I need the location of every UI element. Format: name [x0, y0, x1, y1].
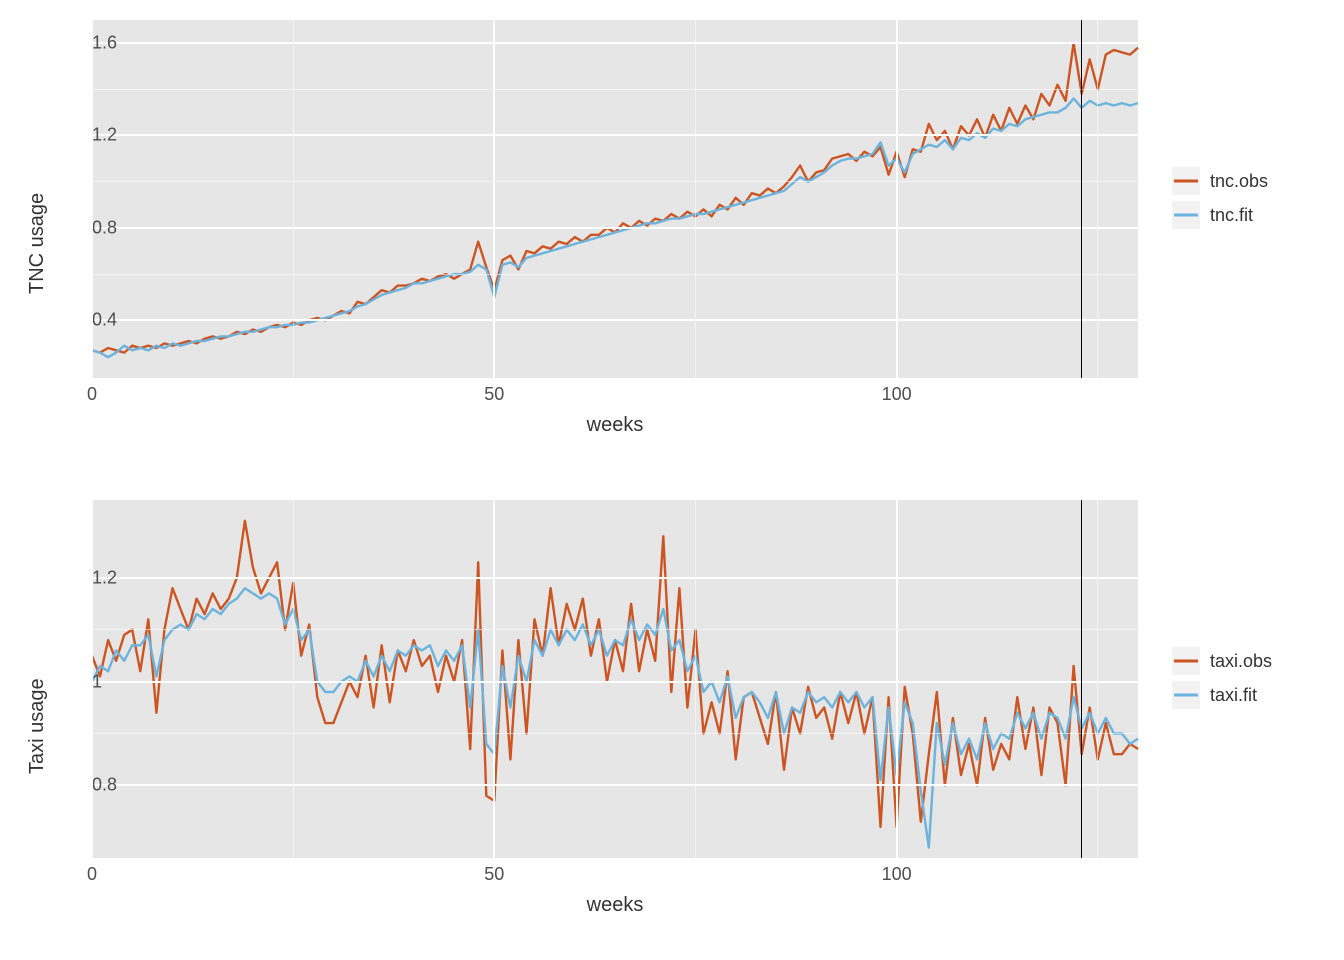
y-tick-label: 0.8	[92, 775, 100, 796]
legend-item-tnc-obs: tnc.obs	[1172, 164, 1322, 198]
legend-swatch-fit	[1172, 681, 1200, 709]
legend-swatch-obs	[1172, 167, 1200, 195]
reference-vline	[1081, 500, 1083, 858]
legend-label-taxi-obs: taxi.obs	[1210, 651, 1272, 672]
gridline-y-minor	[92, 733, 1138, 734]
legend-taxi: taxi.obs taxi.fit	[1172, 644, 1332, 712]
x-tick-label: 50	[484, 858, 504, 885]
chart-taxi: 0.8 1 1.2 0 50 100 Taxi usage weeks taxi.obs …	[0, 494, 1344, 954]
gridline-x-minor	[695, 20, 696, 378]
y-tick-label: 1.6	[92, 33, 100, 54]
chart-tnc: 0.4 0.8 1.2 1.6 0 50 100 TNC usage weeks tnc.o…	[0, 14, 1344, 474]
gridline-x-minor	[293, 20, 294, 378]
legend-item-tnc-fit: tnc.fit	[1172, 198, 1322, 232]
gridline-y	[92, 681, 1138, 683]
gridline-x-minor	[1097, 500, 1098, 858]
legend-item-taxi-obs: taxi.obs	[1172, 644, 1332, 678]
series-svg-tnc	[92, 20, 1138, 378]
legend-item-taxi-fit: taxi.fit	[1172, 678, 1332, 712]
gridline-y	[92, 319, 1138, 321]
x-axis-label-taxi: weeks	[92, 894, 1138, 917]
gridline-x	[91, 20, 93, 378]
y-tick-label: 1	[92, 671, 100, 692]
x-tick-label: 50	[484, 378, 504, 405]
x-tick-label: 0	[87, 378, 97, 405]
gridline-y	[92, 42, 1138, 44]
gridline-x-minor	[1097, 20, 1098, 378]
gridline-y-minor	[92, 274, 1138, 275]
y-axis-label-tnc: TNC usage	[26, 193, 49, 294]
y-tick-label: 1.2	[92, 125, 100, 146]
y-axis-label-taxi: Taxi usage	[26, 678, 49, 774]
reference-vline	[1081, 20, 1083, 378]
gridline-x	[896, 20, 898, 378]
gridline-x-minor	[293, 500, 294, 858]
x-tick-label: 100	[882, 378, 912, 405]
gridline-x	[493, 500, 495, 858]
legend-tnc: tnc.obs tnc.fit	[1172, 164, 1322, 232]
legend-label-tnc-fit: tnc.fit	[1210, 205, 1253, 226]
legend-swatch-fit	[1172, 201, 1200, 229]
x-tick-label: 0	[87, 858, 97, 885]
legend-label-taxi-fit: taxi.fit	[1210, 685, 1257, 706]
x-tick-label: 100	[882, 858, 912, 885]
y-tick-label: 0.4	[92, 310, 100, 331]
y-tick-label: 0.8	[92, 217, 100, 238]
series-line-taxi-obs	[92, 521, 1138, 827]
gridline-y	[92, 577, 1138, 579]
legend-label-tnc-obs: tnc.obs	[1210, 171, 1268, 192]
gridline-x-minor	[695, 500, 696, 858]
series-svg-taxi	[92, 500, 1138, 858]
gridline-y-minor	[92, 89, 1138, 90]
gridline-x	[91, 500, 93, 858]
gridline-y	[92, 227, 1138, 229]
series-line-taxi-fit	[92, 588, 1138, 847]
gridline-y-minor	[92, 629, 1138, 630]
plot-panel-tnc: 0.40.81.21.6050100	[92, 20, 1138, 378]
plot-panel-taxi: 0.811.2050100	[92, 500, 1138, 858]
gridline-x	[896, 500, 898, 858]
legend-swatch-obs	[1172, 647, 1200, 675]
gridline-y	[92, 134, 1138, 136]
x-axis-label-tnc: weeks	[92, 414, 1138, 437]
gridline-y-minor	[92, 181, 1138, 182]
gridline-x	[493, 20, 495, 378]
gridline-y	[92, 784, 1138, 786]
y-tick-label: 1.2	[92, 567, 100, 588]
